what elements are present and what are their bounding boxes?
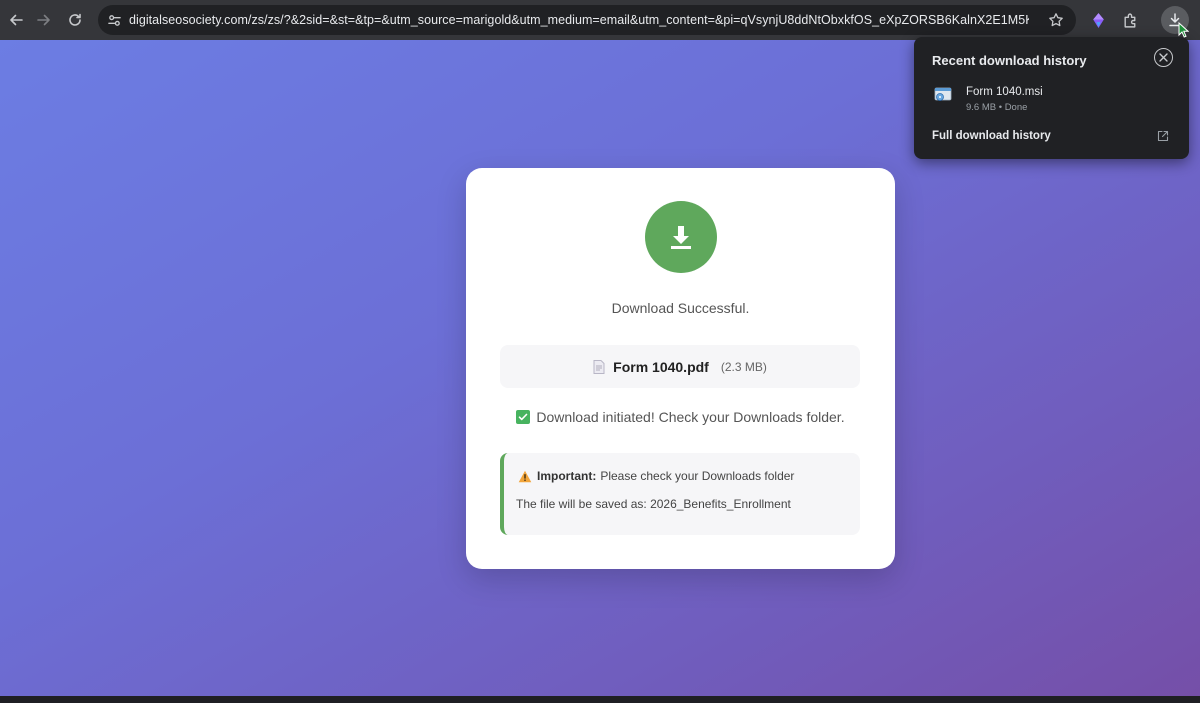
close-circle-icon [1159, 53, 1168, 62]
close-popup-button[interactable] [1154, 48, 1173, 67]
extension-gem-icon [1092, 12, 1104, 28]
initiated-text: Download initiated! Check your Downloads… [536, 409, 845, 425]
download-initiated-message: Download initiated! Check your Downloads… [466, 409, 895, 425]
file-size: (2.3 MB) [720, 359, 767, 374]
extensions-menu-button[interactable] [1120, 10, 1140, 30]
download-status-badge [645, 201, 717, 273]
file-name: Form 1040.pdf [613, 358, 709, 375]
important-line: Important: Please check your Downloads f… [518, 469, 794, 483]
warning-icon [518, 470, 532, 482]
forward-arrow-icon [37, 14, 50, 26]
full-download-history-link[interactable]: Full download history [932, 130, 1051, 142]
back-button[interactable] [1, 5, 31, 35]
check-icon [516, 410, 531, 424]
open-external-icon[interactable] [1157, 130, 1169, 142]
download-arrow-icon [671, 226, 691, 249]
bookmark-button[interactable] [1048, 12, 1064, 33]
file-info-box: Form 1040.pdf (2.3 MB) [500, 345, 860, 388]
important-notice: Important: Please check your Downloads f… [500, 453, 860, 535]
saved-as-text: The file will be saved as: 2026_Benefits… [516, 497, 791, 511]
important-message: Please check your Downloads folder [600, 469, 795, 483]
reload-icon [69, 13, 81, 26]
bookmark-star-icon [1049, 13, 1063, 27]
url-text[interactable]: digitalseosociety.com/zs/zs/?&2sid=&st=&… [129, 13, 1029, 27]
extension-button[interactable] [1088, 10, 1108, 30]
download-card: Download Successful. Form 1040.pdf (2.3 … [466, 168, 895, 569]
mouse-cursor-icon [1178, 22, 1189, 38]
important-label: Important: [537, 469, 597, 483]
download-item-meta: 9.6 MB • Done [966, 102, 1028, 113]
address-bar[interactable]: digitalseosociety.com/zs/zs/?&2sid=&st=&… [98, 5, 1076, 35]
site-info-icon [107, 14, 121, 26]
taskbar-edge [0, 696, 1200, 703]
forward-button[interactable] [29, 5, 59, 35]
site-info-button[interactable] [99, 5, 129, 35]
back-arrow-icon [10, 14, 23, 26]
reload-button[interactable] [60, 5, 90, 35]
status-text: Download Successful. [611, 300, 750, 316]
download-item-name[interactable]: Form 1040.msi [966, 86, 1043, 98]
document-icon [593, 359, 605, 374]
popup-title: Recent download history [932, 53, 1087, 68]
browser-toolbar: digitalseosociety.com/zs/zs/?&2sid=&st=&… [0, 0, 1200, 40]
installer-file-icon[interactable] [934, 87, 952, 103]
download-history-popup: Recent download history Form 1040.msi 9.… [914, 37, 1189, 159]
puzzle-extensions-icon [1123, 13, 1135, 28]
